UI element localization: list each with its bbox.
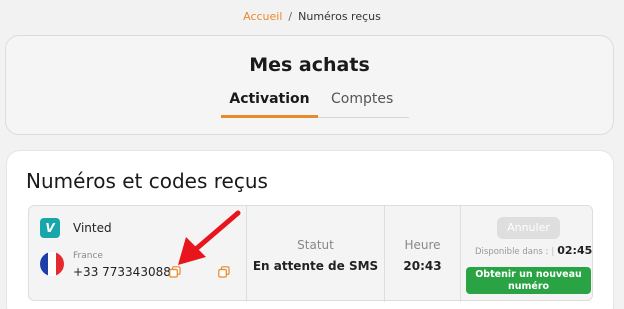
tab-comptes[interactable]: Comptes [331,91,393,118]
new-number-button[interactable]: Obtenir un nouveau numéro [466,267,591,294]
tab-activation[interactable]: Activation [221,91,318,118]
section-heading: Numéros et codes reçus [26,169,268,193]
countdown-timer: 02:45 [557,244,593,257]
availability-info: Disponible dans : | 02:45 [475,244,592,257]
status-label: Statut [297,238,334,252]
status-value: En attente de SMS [252,259,379,273]
phone-number: +33 773343088 [73,265,171,279]
cancel-button[interactable]: Annuler [497,217,560,239]
breadcrumb-separator: / [288,10,293,23]
purchases-tabs: Activation Comptes [221,91,409,118]
order-row: V Vinted France +33 773343088 Statut En … [28,205,594,302]
time-cell: Heure 20:43 [385,206,461,302]
vinted-logo-icon: V [40,218,60,238]
received-numbers-card: Numéros et codes reçus V Vinted France +… [6,150,614,309]
breadcrumb-home-link[interactable]: Accueil [243,10,282,23]
breadcrumb-current: Numéros reçus [298,10,381,23]
page-title: Mes achats [249,54,370,76]
availability-divider: | [551,247,555,257]
actions-cell: Annuler Disponible dans : | 02:45 Obtenir … [461,206,594,302]
status-cell: Statut En attente de SMS [247,206,385,302]
time-label: Heure [404,238,441,252]
breadcrumb: Accueil / Numéros reçus [0,10,624,23]
red-arrow-icon [178,210,241,265]
time-value: 20:43 [403,259,442,273]
country-label: France [73,251,103,261]
service-name: Vinted [73,221,112,235]
available-label: Disponible dans : [475,247,549,257]
france-flag-icon [40,252,64,276]
purchases-card: Mes achats Activation Comptes [5,35,614,135]
